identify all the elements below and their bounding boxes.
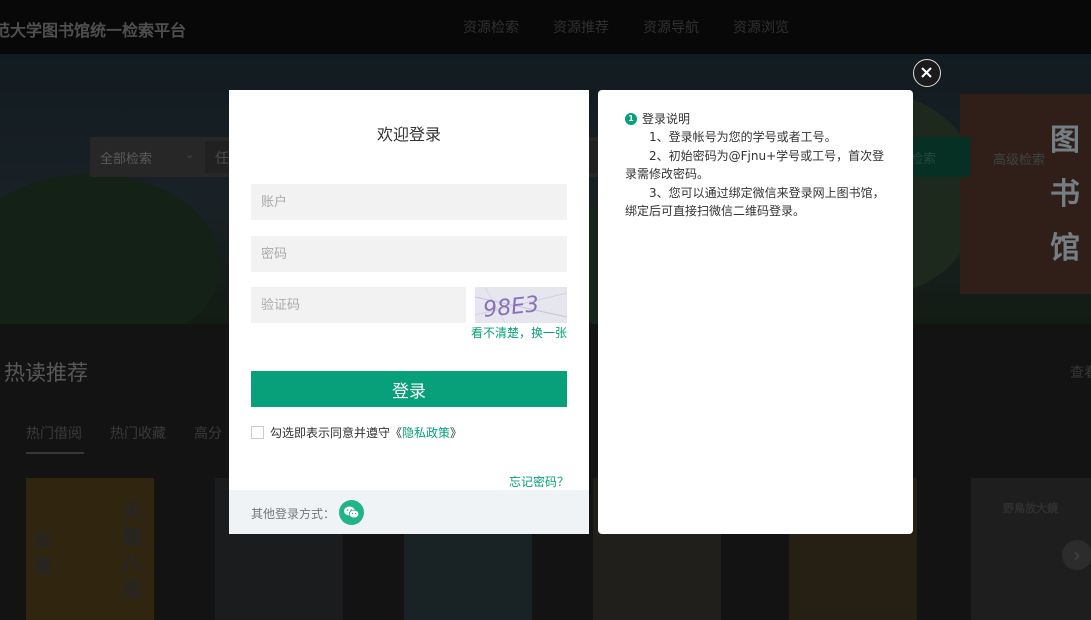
agree-text-end: 》 [450, 426, 463, 440]
instruction-line: 1、登录帐号为您的学号或者工号。 [625, 130, 837, 144]
privacy-policy-link[interactable]: 隐私政策 [402, 424, 450, 441]
login-button[interactable]: 登录 [251, 371, 567, 407]
instruction-line: 3、您可以通过绑定微信来登录网上图书馆，绑定后可直接扫微信二维码登录。 [625, 186, 885, 218]
forgot-password-link[interactable]: 忘记密码？ [479, 473, 569, 490]
instruction-line: 2、初始密码为@Fjnu+学号或工号，首次登录需修改密码。 [625, 149, 885, 181]
wechat-glyph [344, 506, 360, 519]
instructions-title: 登录说明 [642, 112, 691, 126]
wechat-icon[interactable] [339, 500, 364, 525]
instructions-header: 1 登录说明 [625, 110, 690, 127]
agree-checkbox[interactable] [251, 426, 264, 439]
captcha-image[interactable]: 98E3 [475, 287, 567, 323]
info-number-icon: 1 [625, 112, 637, 125]
close-glyph [921, 67, 932, 78]
password-field[interactable] [251, 236, 567, 272]
other-login-label: 其他登录方式： [251, 507, 336, 521]
captcha-graphic: 98E3 [475, 287, 567, 323]
agree-text: 勾选即表示同意并遵守《 [270, 426, 403, 440]
captcha-field[interactable] [251, 287, 466, 323]
account-field[interactable] [251, 184, 567, 220]
captcha-refresh-link[interactable]: 看不清楚，换一张 [465, 324, 567, 341]
privacy-agreement: 勾选即表示同意并遵守《 隐私政策》 [251, 424, 462, 441]
other-login-bar: 其他登录方式： [229, 490, 589, 534]
login-dialog: 欢迎登录 98E3 看不清楚，换一张 登录 勾选即表示同意并遵守《隐私政策》 忘… [229, 90, 589, 534]
login-title: 欢迎登录 [376, 125, 441, 144]
login-instructions-panel: 1 登录说明 1、登录帐号为您的学号或者工号。 2、初始密码为@Fjnu+学号或… [598, 90, 913, 534]
close-icon[interactable] [913, 59, 941, 87]
